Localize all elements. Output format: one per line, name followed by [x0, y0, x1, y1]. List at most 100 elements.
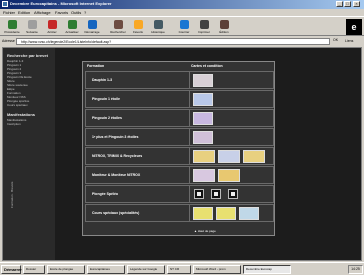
close-button[interactable]: ×: [353, 1, 360, 7]
card-thumbnail[interactable]: [228, 189, 238, 199]
favorites-button[interactable]: Favoris: [128, 19, 148, 36]
row-label[interactable]: Pingouin 1 étoile: [92, 97, 120, 101]
edit-label: Édition: [219, 30, 229, 34]
go-button[interactable]: OK: [333, 38, 338, 42]
menu-affichage[interactable]: Affichage: [34, 10, 51, 15]
ie-logo-icon: e: [346, 19, 362, 35]
back-to-top-link[interactable]: ▲ Haut de page: [194, 229, 216, 233]
print-label: Imprimer: [198, 30, 210, 34]
maximize-button[interactable]: □: [344, 1, 351, 7]
history-button[interactable]: Historique: [148, 19, 168, 36]
card-thumbnail[interactable]: [243, 150, 265, 163]
forward-label: Suivante: [26, 30, 38, 34]
sidebar-item-inscription[interactable]: Inscription: [7, 122, 21, 126]
table-row: Dauphin 1-3: [85, 71, 274, 89]
table-row: Cours spéciaux (spécialités): [85, 204, 274, 222]
mail-button[interactable]: Courrier: [174, 19, 194, 36]
print-icon: [200, 20, 209, 29]
card-dot: [197, 192, 201, 196]
favorites-icon: [134, 20, 143, 29]
card-thumbnail[interactable]: [211, 189, 221, 199]
row-divider: [189, 148, 190, 164]
start-button[interactable]: Démarrer: [1, 265, 22, 274]
row-label[interactable]: Pingouin 2 étoiles: [92, 116, 122, 120]
sidebar-vertical-label: Formation · Brevets: [10, 181, 14, 208]
table-row: Pingouin 2 étoiles: [85, 109, 274, 127]
card-thumbnail[interactable]: [239, 207, 259, 220]
stop-icon: [48, 20, 57, 29]
menu-edition[interactable]: Edition: [18, 10, 30, 15]
card-thumbnail[interactable]: [193, 112, 213, 125]
table-row: Moniteur & Moniteur NITROX: [85, 166, 274, 184]
taskbar-item[interactable]: Dossier: [23, 265, 45, 274]
card-thumbnail[interactable]: [193, 131, 213, 144]
taskbar-item[interactable]: Microsoft Word - prom: [193, 265, 241, 274]
row-label[interactable]: Plongée Spéléo: [92, 192, 118, 196]
card-thumbnail[interactable]: [193, 150, 215, 163]
address-bar: Adresse http://www.vvsc.ch/legende2/Ecol…: [0, 37, 364, 46]
stop-button[interactable]: Arrêter: [42, 19, 62, 36]
row-divider: [189, 186, 190, 202]
card-thumbnail[interactable]: [193, 169, 215, 182]
card-thumbnail[interactable]: [193, 93, 213, 106]
home-button[interactable]: Démarrage: [82, 19, 102, 36]
menu-outils[interactable]: Outils: [71, 10, 81, 15]
row-label[interactable]: NITROX, TRIMIX & Recycleurs: [92, 154, 142, 158]
card-thumbnail[interactable]: [194, 189, 204, 199]
forward-button[interactable]: Suivante: [22, 19, 42, 36]
stop-label: Arrêter: [47, 30, 57, 34]
card-thumbnail[interactable]: [218, 169, 240, 182]
toolbar: Précédente Suivante Arrêter Actualiser D…: [0, 16, 364, 36]
refresh-button[interactable]: Actualiser: [62, 19, 82, 36]
row-label[interactable]: Cours spéciaux (spécialités): [92, 211, 139, 215]
taskbar-item[interactable]: Ecole de plongée: [47, 265, 85, 274]
table-row: 1ᵉ plus et Pingouin 3 étoiles: [85, 128, 274, 146]
card-thumbnail[interactable]: [218, 150, 240, 163]
row-divider: [189, 205, 190, 221]
menu-help[interactable]: ?: [84, 10, 86, 15]
print-button[interactable]: Imprimer: [194, 19, 214, 36]
search-button[interactable]: Rechercher: [108, 19, 128, 36]
card-thumbnail[interactable]: [193, 74, 213, 87]
edit-icon: [220, 20, 229, 29]
home-label: Démarrage: [84, 30, 100, 34]
address-input[interactable]: http://www.vvsc.ch/legende2/Ecole1/Liste…: [16, 38, 330, 45]
minimize-button[interactable]: _: [336, 1, 343, 7]
system-tray-clock: 14:25: [348, 265, 363, 274]
card-thumbnail[interactable]: [216, 207, 236, 220]
header-cartes: Cartes et condition: [191, 64, 223, 68]
links-button[interactable]: Liens: [345, 39, 353, 43]
row-divider: [189, 91, 190, 107]
menu-favoris[interactable]: Favoris: [55, 10, 68, 15]
row-label[interactable]: 1ᵉ plus et Pingouin 3 étoiles: [92, 135, 138, 139]
sidebar-title-brevet: Recherche par brevet: [7, 53, 48, 58]
taskbar-item[interactable]: NT CR: [167, 265, 191, 274]
address-label: Adresse: [2, 39, 15, 43]
edit-button[interactable]: Édition: [214, 19, 234, 36]
row-label[interactable]: Dauphin 1-3: [92, 78, 112, 82]
table-row: NITROX, TRIMIX & Recycleurs: [85, 147, 274, 165]
taskbar-item-active[interactable]: Decembre Eurocap: [243, 265, 291, 274]
title-bar[interactable]: Decembre Eurocapitains - Microsoft Inter…: [0, 0, 364, 9]
back-button[interactable]: Précédente: [2, 19, 22, 36]
taskbar-item[interactable]: Légende sur Google: [127, 265, 165, 274]
card-dot: [231, 192, 235, 196]
taskbar: Démarrer Dossier Ecole de plongée Euroca…: [0, 262, 364, 275]
sidebar: Recherche par brevet Dauphin 1-3 Pingoui…: [3, 48, 55, 260]
taskbar-item[interactable]: Eurocapitaines: [87, 265, 125, 274]
forward-icon: [28, 20, 37, 29]
search-icon: [114, 20, 123, 29]
row-label[interactable]: Moniteur & Moniteur NITROX: [92, 173, 140, 177]
row-divider: [189, 129, 190, 145]
page-content: Recherche par brevet Dauphin 1-3 Pingoui…: [2, 47, 362, 261]
menu-bar: Fichier Edition Affichage Favoris Outils…: [0, 9, 364, 16]
sidebar-title-manifestations: Manifestations: [7, 112, 36, 117]
menu-fichier[interactable]: Fichier: [3, 10, 15, 15]
back-label: Précédente: [4, 30, 20, 34]
refresh-icon: [68, 20, 77, 29]
browser-window: Decembre Eurocapitains - Microsoft Inter…: [0, 0, 364, 275]
header-formation: Formation: [87, 64, 105, 68]
row-divider: [189, 72, 190, 88]
sidebar-item-cours-speciaux[interactable]: Cours spéciaux: [7, 103, 28, 107]
card-thumbnail[interactable]: [193, 207, 213, 220]
